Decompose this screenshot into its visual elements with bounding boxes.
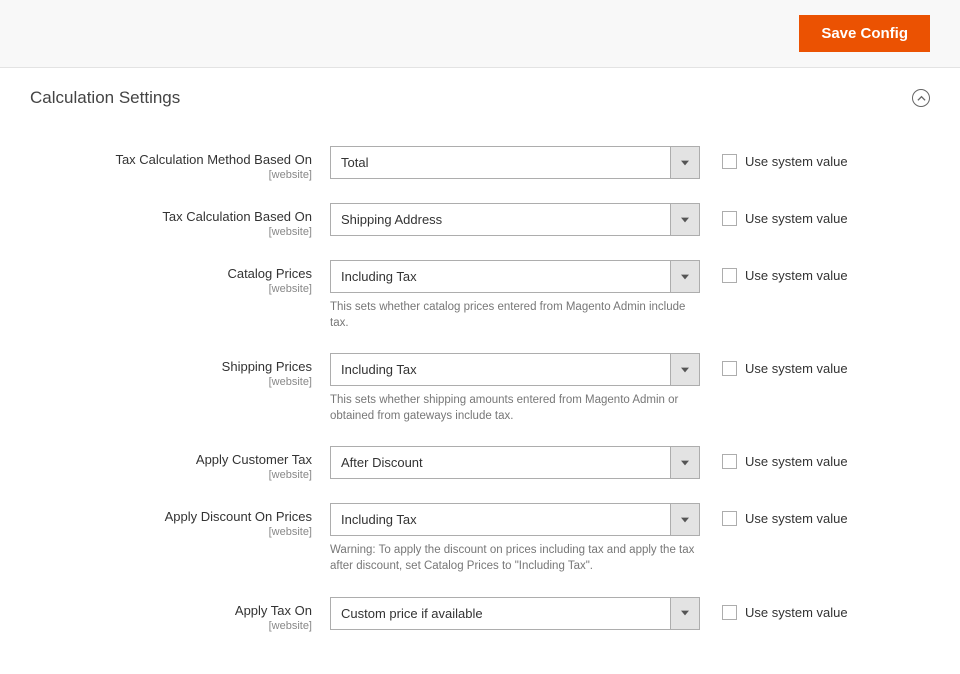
field-scope: [website] (30, 526, 312, 538)
use-system-value-label[interactable]: Use system value (745, 154, 848, 169)
field-label: Shipping Prices (30, 359, 312, 374)
use-system-value-checkbox[interactable] (722, 605, 737, 620)
use-default-wrap: Use system value (700, 146, 848, 169)
field-row-apply-tax-on: Apply Tax On [website] Custom price if a… (30, 597, 930, 632)
section-header: Calculation Settings (30, 88, 930, 126)
use-system-value-label[interactable]: Use system value (745, 454, 848, 469)
use-system-value-checkbox[interactable] (722, 211, 737, 226)
apply-tax-on-select[interactable]: Custom price if available (330, 597, 700, 630)
use-default-wrap: Use system value (700, 446, 848, 469)
field-scope: [website] (30, 620, 312, 632)
field-label-block: Apply Tax On [website] (30, 597, 330, 632)
field-scope: [website] (30, 376, 312, 388)
header-bar: Save Config (0, 0, 960, 68)
field-scope: [website] (30, 226, 312, 238)
field-help-text: This sets whether catalog prices entered… (330, 299, 700, 331)
field-row-catalog-prices: Catalog Prices [website] Including Tax T… (30, 260, 930, 331)
field-control: Custom price if available (330, 597, 700, 630)
use-default-wrap: Use system value (700, 260, 848, 283)
field-row-shipping-prices: Shipping Prices [website] Including Tax … (30, 353, 930, 424)
calc-based-on-select[interactable]: Shipping Address (330, 203, 700, 236)
field-help-text: Warning: To apply the discount on prices… (330, 542, 700, 574)
use-default-wrap: Use system value (700, 203, 848, 226)
field-row-apply-discount-on-prices: Apply Discount On Prices [website] Inclu… (30, 503, 930, 574)
use-system-value-checkbox[interactable] (722, 454, 737, 469)
field-label-block: Catalog Prices [website] (30, 260, 330, 295)
field-scope: [website] (30, 283, 312, 295)
field-help-text: This sets whether shipping amounts enter… (330, 392, 700, 424)
shipping-prices-select[interactable]: Including Tax (330, 353, 700, 386)
field-label-block: Apply Customer Tax [website] (30, 446, 330, 481)
chevron-up-icon (917, 94, 926, 103)
use-system-value-label[interactable]: Use system value (745, 361, 848, 376)
section-title: Calculation Settings (30, 88, 180, 108)
field-row-calc-based-on: Tax Calculation Based On [website] Shipp… (30, 203, 930, 238)
field-control: Including Tax This sets whether shipping… (330, 353, 700, 424)
use-default-wrap: Use system value (700, 597, 848, 620)
field-label: Apply Discount On Prices (30, 509, 312, 524)
field-label: Tax Calculation Method Based On (30, 152, 312, 167)
save-config-button[interactable]: Save Config (799, 15, 930, 52)
field-label: Tax Calculation Based On (30, 209, 312, 224)
content-area: Calculation Settings Tax Calculation Met… (0, 68, 960, 674)
field-control: Including Tax Warning: To apply the disc… (330, 503, 700, 574)
field-label: Apply Tax On (30, 603, 312, 618)
catalog-prices-select[interactable]: Including Tax (330, 260, 700, 293)
use-system-value-label[interactable]: Use system value (745, 511, 848, 526)
use-system-value-label[interactable]: Use system value (745, 211, 848, 226)
use-default-wrap: Use system value (700, 353, 848, 376)
apply-discount-on-prices-select[interactable]: Including Tax (330, 503, 700, 536)
field-control: Including Tax This sets whether catalog … (330, 260, 700, 331)
use-system-value-checkbox[interactable] (722, 268, 737, 283)
use-system-value-label[interactable]: Use system value (745, 605, 848, 620)
use-system-value-checkbox[interactable] (722, 154, 737, 169)
field-label: Apply Customer Tax (30, 452, 312, 467)
field-control: After Discount (330, 446, 700, 479)
field-control: Shipping Address (330, 203, 700, 236)
field-label-block: Tax Calculation Based On [website] (30, 203, 330, 238)
use-default-wrap: Use system value (700, 503, 848, 526)
field-label: Catalog Prices (30, 266, 312, 281)
field-scope: [website] (30, 469, 312, 481)
field-scope: [website] (30, 169, 312, 181)
collapse-section-button[interactable] (912, 89, 930, 107)
use-system-value-checkbox[interactable] (722, 511, 737, 526)
field-row-calc-method: Tax Calculation Method Based On [website… (30, 146, 930, 181)
calc-method-select[interactable]: Total (330, 146, 700, 179)
field-control: Total (330, 146, 700, 179)
field-label-block: Apply Discount On Prices [website] (30, 503, 330, 538)
use-system-value-checkbox[interactable] (722, 361, 737, 376)
field-label-block: Shipping Prices [website] (30, 353, 330, 388)
field-label-block: Tax Calculation Method Based On [website… (30, 146, 330, 181)
use-system-value-label[interactable]: Use system value (745, 268, 848, 283)
apply-customer-tax-select[interactable]: After Discount (330, 446, 700, 479)
field-row-apply-customer-tax: Apply Customer Tax [website] After Disco… (30, 446, 930, 481)
